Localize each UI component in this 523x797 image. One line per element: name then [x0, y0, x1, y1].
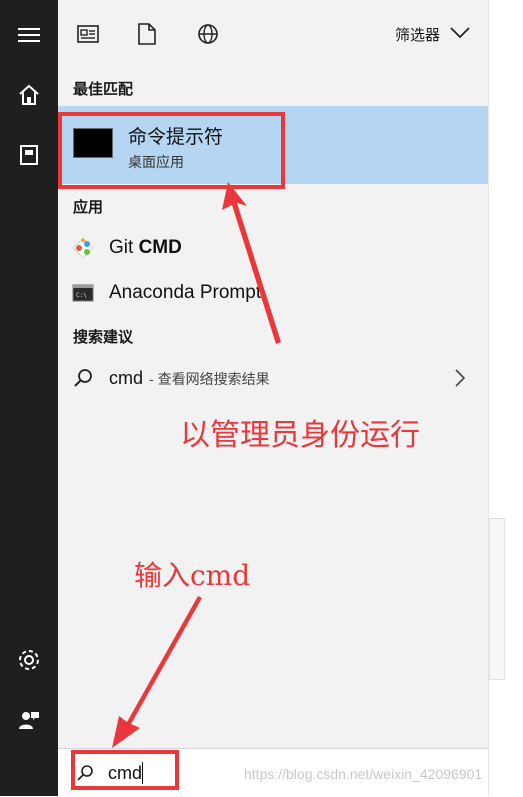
annotation-run-as-admin: 以管理员身份运行 — [180, 418, 420, 453]
watermark: https://blog.csdn.net/weixin_42096901 — [244, 766, 483, 782]
arrow-to-command-prompt — [222, 182, 281, 344]
arrow-to-search-box — [112, 596, 202, 748]
annotation-type-cmd: 输入cmd — [134, 559, 251, 592]
annotation-arrows — [112, 182, 281, 748]
